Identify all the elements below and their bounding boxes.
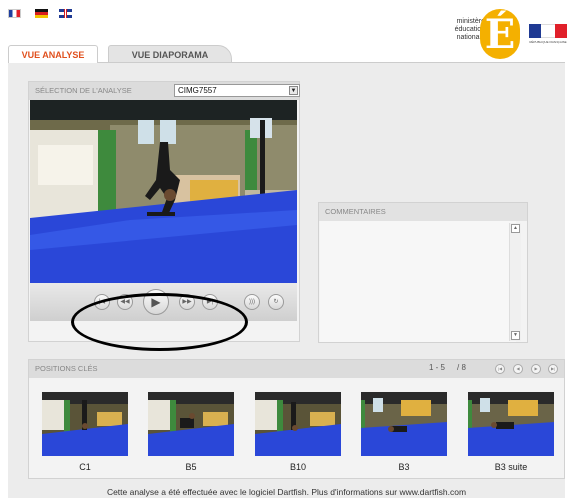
scroll-up-icon[interactable]: ▲ [511, 224, 520, 233]
video-frame [30, 100, 297, 283]
scroll-down-icon[interactable]: ▼ [511, 331, 520, 340]
key-positions-total: / 8 [457, 363, 466, 372]
tab-vue-diaporama[interactable]: VUE DIAPORAMA [108, 45, 232, 63]
tab-vue-analyse[interactable]: VUE ANALYSE [8, 45, 98, 63]
highlight-ellipse [71, 293, 248, 351]
key-position-thumbnail[interactable] [148, 392, 234, 456]
key-position-label: C1 [79, 462, 91, 472]
comments-panel: COMMENTAIRES ▲ ▼ [318, 202, 528, 343]
comments-header: COMMENTAIRES [319, 203, 527, 221]
flag-fr-icon[interactable] [8, 9, 21, 18]
key-positions-header: POSITIONS CLÉS [29, 360, 564, 378]
key-positions-range: 1 - 5 [429, 363, 446, 372]
audio-icon[interactable]: ))) [244, 294, 260, 310]
footer-credit: Cette analyse a été effectuée avec le lo… [106, 487, 467, 497]
key-position-thumbnail[interactable] [361, 392, 447, 456]
prev-page-icon[interactable]: ◀ [513, 364, 523, 374]
key-position-thumbnail[interactable] [255, 392, 341, 456]
video-player[interactable] [30, 100, 297, 283]
key-position-label: B3 suite [494, 462, 528, 472]
clip-select-value: CIMG7557 [178, 86, 217, 95]
last-page-icon[interactable]: ▶| [548, 364, 558, 374]
next-page-icon[interactable]: ▶ [531, 364, 541, 374]
first-page-icon[interactable]: |◀ [495, 364, 505, 374]
flag-de-icon[interactable] [35, 9, 48, 18]
key-position-label: B10 [289, 462, 306, 472]
comments-text[interactable] [320, 221, 516, 342]
loop-icon[interactable]: ↻ [268, 294, 284, 310]
dropdown-arrow-icon[interactable]: ▼ [289, 86, 298, 95]
key-position-label: B5 [185, 462, 197, 472]
clip-select[interactable]: CIMG7557 ▼ [174, 84, 300, 97]
flag-gb-icon[interactable] [59, 9, 72, 18]
ministry-logo-icon: É [480, 9, 520, 59]
key-position-thumbnail[interactable] [42, 392, 128, 456]
key-position-label: B3 [398, 462, 410, 472]
key-position-thumbnail[interactable] [468, 392, 554, 456]
comments-scrollbar[interactable]: ▲ ▼ [509, 223, 521, 341]
republique-francaise-logo: RÉPUBLIQUE FRANÇAISE [529, 24, 567, 46]
